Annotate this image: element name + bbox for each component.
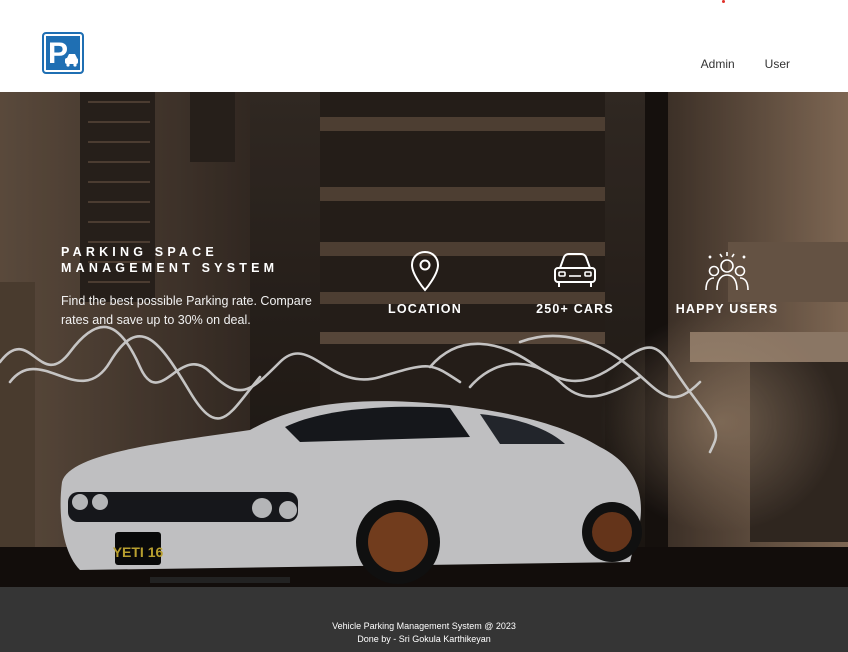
stat-cars: 250+ CARS (510, 250, 640, 316)
stat-location-label: LOCATION (388, 302, 462, 316)
svg-text:P: P (48, 37, 68, 70)
hero-section: YETI 16 PARKING SPACE MANAGEMENT SYSTEM … (0, 92, 848, 587)
site-header: P Admin User (0, 0, 848, 92)
footer-copyright: Vehicle Parking Management System @ 2023 (332, 621, 516, 631)
nav-admin-link[interactable]: Admin (701, 57, 735, 71)
stat-location: LOCATION (360, 250, 490, 316)
stat-happy-users: HAPPY USERS (662, 250, 792, 316)
hero-description: Find the best possible Parking rate. Com… (61, 294, 312, 327)
stat-happy-users-label: HAPPY USERS (675, 302, 779, 316)
hero-text-block: PARKING SPACE MANAGEMENT SYSTEM Find the… (61, 244, 321, 330)
main-nav: Admin User (701, 57, 790, 71)
hero-title: PARKING SPACE MANAGEMENT SYSTEM (61, 245, 279, 275)
car-front-icon (510, 250, 640, 296)
status-dot (722, 0, 725, 3)
nav-user-link[interactable]: User (765, 57, 790, 71)
site-footer: Vehicle Parking Management System @ 2023… (0, 587, 848, 652)
location-pin-icon (360, 250, 490, 296)
footer-credit: Done by - Sri Gokula Karthikeyan (357, 634, 491, 644)
parking-car-icon[interactable]: P (42, 32, 84, 74)
happy-users-icon (662, 250, 792, 296)
stat-cars-label: 250+ CARS (536, 302, 614, 316)
hero-background-image: YETI 16 (0, 92, 848, 587)
